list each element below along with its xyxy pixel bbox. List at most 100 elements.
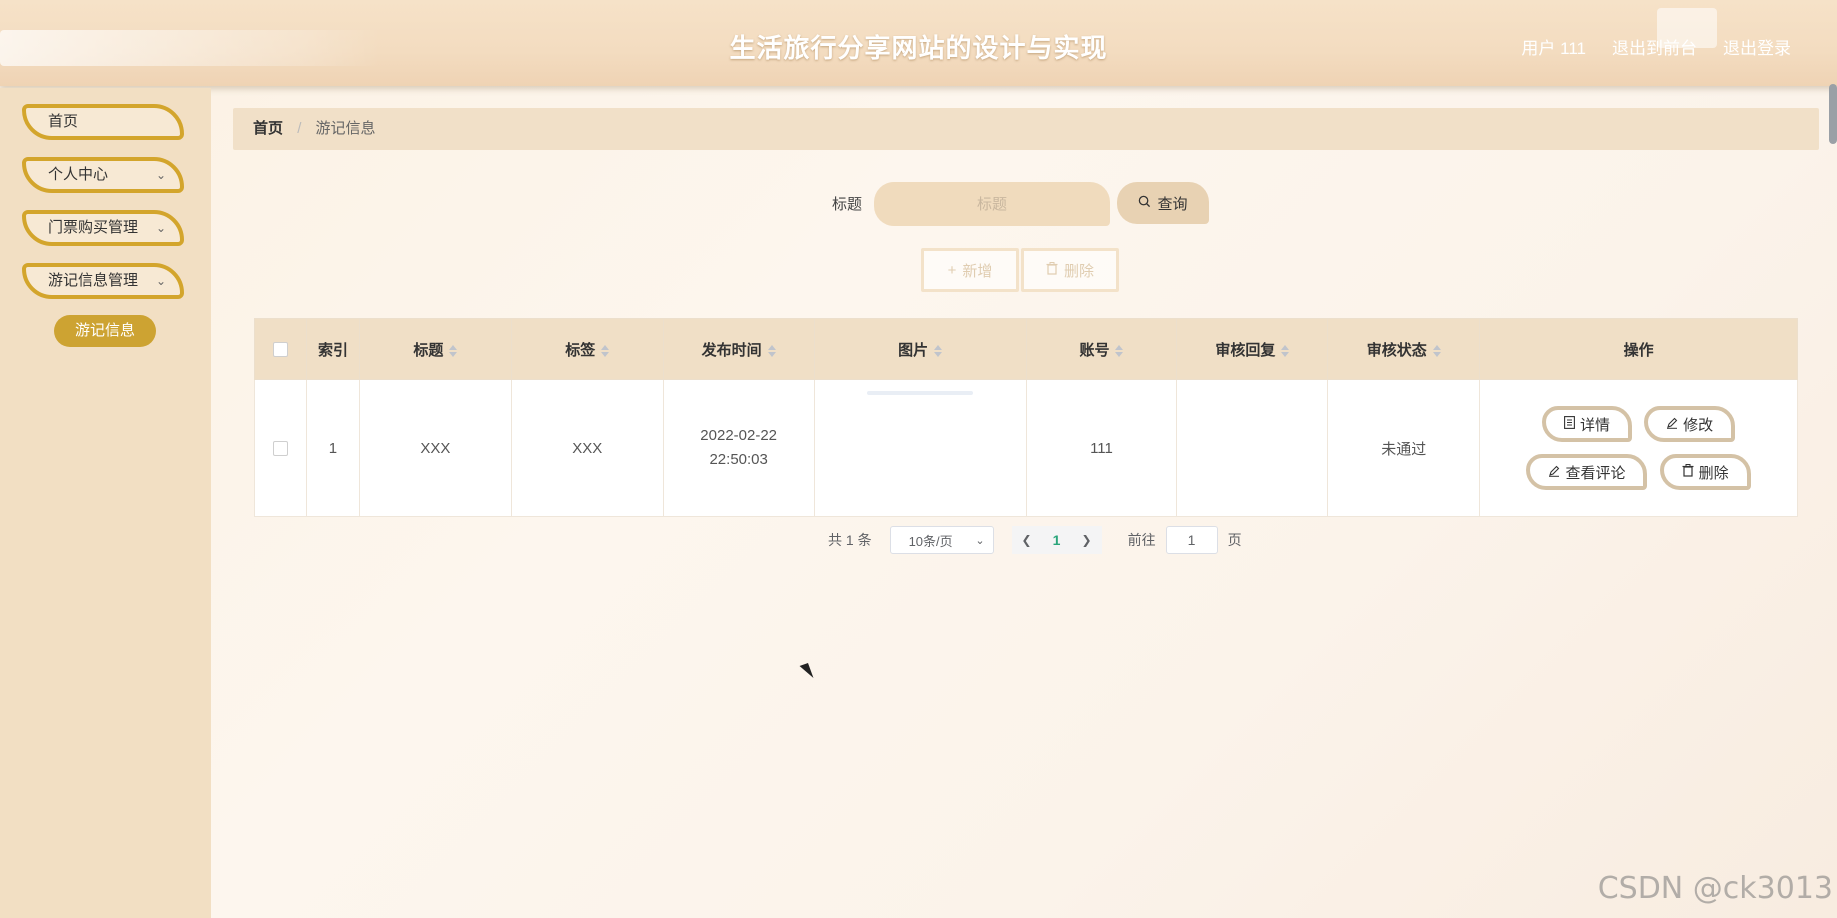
breadcrumb-current: 游记信息 (315, 120, 376, 137)
pagination: 共 1 条 10条/页 ⌄ ❮ 1 ❯ 前往 页 (828, 526, 1242, 554)
trash-icon (1046, 261, 1058, 279)
breadcrumb-home[interactable]: 首页 (253, 120, 283, 137)
trash-icon (1682, 463, 1694, 481)
column-header-label: 标题 (413, 341, 444, 359)
batch-delete-button[interactable]: 删除 (1021, 248, 1119, 292)
cell-tag: XXX (510, 379, 664, 517)
search-button[interactable]: 查询 (1117, 182, 1209, 224)
page-navigation: ❮ 1 ❯ (1011, 526, 1102, 554)
row-checkbox[interactable] (272, 441, 288, 457)
column-header-review-reply[interactable]: 审核回复 (1176, 318, 1329, 380)
cell-review-reply (1176, 379, 1329, 517)
header-actions: 用户 111 退出到前台 退出登录 (1521, 34, 1791, 59)
sidebar-item-label: 游记信息管理 (48, 272, 139, 289)
column-header-label: 标签 (565, 341, 596, 359)
goto-suffix: 页 (1227, 532, 1242, 548)
sort-icon[interactable] (449, 344, 458, 357)
chevron-down-icon: ⌄ (975, 534, 985, 547)
table-row: 1 XXX XXX 2022-02-22 22:50:03 111 未通过 详情 (254, 379, 1798, 517)
column-header-tag[interactable]: 标签 (510, 318, 664, 380)
add-button-label: 新增 (962, 262, 993, 280)
edit-button-label: 修改 (1683, 416, 1714, 434)
sort-icon[interactable] (1281, 344, 1290, 357)
sort-icon[interactable] (1115, 344, 1124, 357)
column-header-label: 索引 (317, 341, 348, 359)
sort-icon[interactable] (934, 344, 943, 357)
cell-actions: 详情 修改 查看评论 删除 (1479, 379, 1798, 517)
goto-page-input[interactable] (1165, 526, 1218, 554)
column-header-label: 审核状态 (1366, 341, 1427, 359)
detail-button[interactable]: 详情 (1541, 406, 1632, 442)
edit-icon (1666, 416, 1678, 433)
column-header-review-status[interactable]: 审核状态 (1327, 318, 1481, 380)
sort-icon[interactable] (601, 344, 610, 357)
image-thumbnail (867, 391, 974, 395)
top-header: 生活旅行分享网站的设计与实现 用户 111 退出到前台 退出登录 (0, 0, 1837, 86)
document-icon (1564, 415, 1575, 433)
row-delete-button[interactable]: 删除 (1659, 454, 1751, 490)
row-delete-label: 删除 (1698, 464, 1729, 482)
back-to-front-link[interactable]: 退出到前台 (1612, 34, 1697, 59)
search-icon (1138, 195, 1151, 212)
sidebar-item-ticket-management[interactable]: 门票购买管理 ⌄ (22, 210, 184, 246)
view-comments-label: 查看评论 (1565, 464, 1626, 482)
actions-row-2: 查看评论 删除 (1481, 448, 1796, 496)
view-comments-button[interactable]: 查看评论 (1526, 454, 1648, 490)
chevron-down-icon: ⌄ (155, 221, 166, 235)
delete-button-label: 删除 (1063, 262, 1094, 280)
column-header-index: 索引 (305, 318, 360, 380)
search-button-label: 查询 (1157, 195, 1188, 213)
detail-button-label: 详情 (1579, 416, 1610, 434)
sidebar-item-label: 个人中心 (48, 166, 109, 183)
title-search-input[interactable] (874, 182, 1110, 226)
column-header-image[interactable]: 图片 (813, 318, 1027, 380)
sidebar-item-home[interactable]: 首页 (22, 104, 184, 140)
sort-icon[interactable] (1432, 344, 1441, 357)
page-size-select[interactable]: 10条/页 ⌄ (889, 526, 994, 554)
total-count: 共 1 条 (828, 532, 872, 548)
breadcrumb-separator: / (297, 120, 302, 137)
edit-icon (1548, 464, 1560, 481)
mouse-cursor-icon (799, 662, 814, 682)
select-all-cell[interactable] (254, 318, 307, 380)
cell-review-status: 未通过 (1327, 379, 1481, 517)
page-size-value: 10条/页 (908, 533, 953, 549)
logout-link[interactable]: 退出登录 (1723, 34, 1791, 59)
next-page-button[interactable]: ❯ (1071, 526, 1102, 554)
cell-account: 111 (1025, 379, 1178, 517)
actions-row-1: 详情 修改 (1481, 400, 1796, 448)
column-header-publish-time[interactable]: 发布时间 (662, 318, 815, 380)
column-header-account[interactable]: 账号 (1025, 318, 1178, 380)
sidebar-item-label: 首页 (48, 113, 79, 130)
cell-publish-time: 2022-02-22 22:50:03 (662, 379, 815, 517)
chevron-down-icon: ⌄ (155, 168, 166, 182)
sidebar-item-label: 门票购买管理 (48, 219, 139, 236)
sidebar-item-travelogue-management[interactable]: 游记信息管理 ⌄ (22, 263, 184, 299)
sidebar: 首页 个人中心 ⌄ 门票购买管理 ⌄ 游记信息管理 ⌄ 游记信息 (0, 88, 211, 918)
page-number-current[interactable]: 1 (1041, 526, 1072, 554)
cell-title: XXX (358, 379, 512, 517)
sort-icon[interactable] (767, 344, 776, 357)
search-label: 标题 (832, 196, 863, 213)
cell-index: 1 (305, 379, 360, 517)
plus-icon: + (947, 261, 957, 279)
column-header-title[interactable]: 标题 (358, 318, 512, 380)
select-all-checkbox[interactable] (272, 342, 288, 358)
table-header-row: 索引 标题 标签 发布时间 图片 账号 审核回复 审核状态 操作 (254, 318, 1798, 380)
prev-page-button[interactable]: ❮ (1011, 526, 1042, 554)
scrollbar[interactable] (1829, 84, 1837, 144)
breadcrumb: 首页 / 游记信息 (233, 108, 1819, 150)
publish-time-text: 2022-02-22 22:50:03 (700, 427, 778, 468)
column-header-label: 图片 (898, 341, 929, 359)
column-header-label: 操作 (1623, 341, 1654, 359)
column-header-label: 审核回复 (1215, 341, 1276, 359)
add-button[interactable]: + 新增 (921, 248, 1019, 292)
travelogue-table: 索引 标题 标签 发布时间 图片 账号 审核回复 审核状态 操作 1 XXX X… (254, 318, 1798, 517)
edit-button[interactable]: 修改 (1644, 406, 1736, 442)
sidebar-subitem-travelogue[interactable]: 游记信息 (54, 315, 156, 347)
column-header-label: 账号 (1079, 341, 1110, 359)
user-label: 用户 111 (1521, 39, 1586, 58)
sidebar-item-personal-center[interactable]: 个人中心 ⌄ (22, 157, 184, 193)
row-select-cell[interactable] (254, 379, 307, 517)
cell-image (813, 379, 1027, 517)
